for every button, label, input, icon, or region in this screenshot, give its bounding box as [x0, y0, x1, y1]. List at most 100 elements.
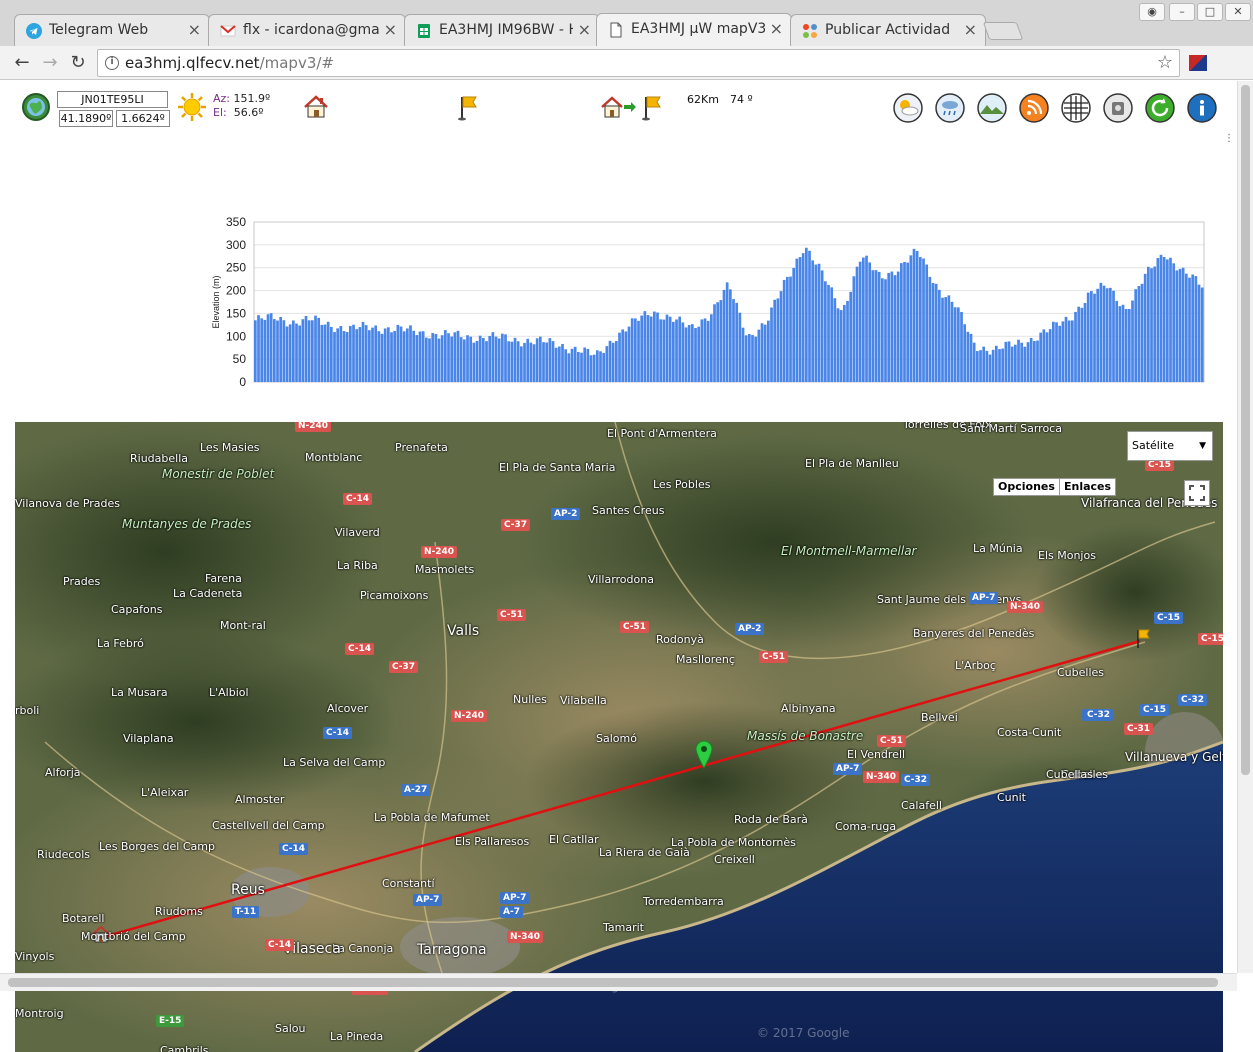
close-tab-icon[interactable]: × [384, 20, 397, 39]
elevation-bar [1109, 287, 1112, 382]
map-place-label: El Pont d'Armentera [607, 427, 717, 440]
road-shield: C-15 [1140, 704, 1170, 716]
elevation-bar [982, 346, 986, 382]
elevation-bar [466, 335, 469, 382]
latitude-field[interactable]: 41.1890º [59, 110, 113, 127]
elevation-bar [311, 320, 314, 382]
close-tab-icon[interactable]: × [188, 20, 201, 39]
map-place-label: Tamarit [603, 921, 644, 934]
map-place-label: Masllorenç [676, 653, 735, 666]
elevation-bar [276, 320, 279, 382]
new-tab-button[interactable] [982, 22, 1024, 40]
info-icon[interactable] [1187, 93, 1217, 123]
elevation-bar [1010, 346, 1014, 382]
camera-icon[interactable] [1103, 93, 1133, 123]
flag-icon[interactable] [452, 92, 482, 122]
close-tab-icon[interactable]: × [578, 20, 591, 39]
map-place-label: Reus [231, 882, 265, 898]
elevation-bar [969, 333, 973, 382]
tab-mapv3[interactable]: EA3HMJ µW mapV3 × [596, 13, 792, 47]
profile-button[interactable]: ◉ [1139, 3, 1165, 21]
elevation-bar [1115, 300, 1119, 382]
map-place-label: Roda de Barà [734, 813, 808, 826]
elevation-bar [846, 300, 849, 382]
close-window-button[interactable]: ✕ [1225, 3, 1251, 21]
tab-sheets[interactable]: EA3HMJ IM96BW - H × [404, 14, 600, 46]
grid-icon[interactable] [1061, 93, 1091, 123]
map-type-select[interactable]: Satélite ▼ [1127, 431, 1213, 461]
maximize-button[interactable]: □ [1197, 3, 1223, 21]
map-place-label: Villanueva y Geltrú [1125, 750, 1223, 764]
elevation-bar [1166, 259, 1169, 382]
elevation-bar [1039, 332, 1043, 382]
back-icon[interactable]: ← [11, 52, 33, 74]
fullscreen-icon[interactable] [1184, 480, 1210, 506]
horizontal-scrollbar[interactable] [0, 973, 1237, 991]
locator-field[interactable]: JN01TE95LI [57, 91, 168, 108]
elevation-bar [304, 315, 308, 382]
minimize-button[interactable]: – [1169, 3, 1195, 21]
elevation-bar [1020, 342, 1024, 382]
chevron-down-icon: ▼ [1199, 441, 1206, 451]
elevation-bar [801, 253, 805, 382]
target-flag-marker-icon[interactable] [1132, 628, 1152, 650]
map-place-label: Els Pallaresos [455, 835, 530, 848]
tab-gmail[interactable]: flx - icardona@gmail × [208, 14, 406, 46]
map-place-label: Masmolets [415, 563, 475, 576]
elevation-bar [862, 257, 865, 382]
close-tab-icon[interactable]: × [770, 19, 783, 38]
y-axis-label: Elevation (m) [211, 275, 221, 328]
forward-icon[interactable]: → [39, 52, 61, 74]
elevation-bar [349, 326, 352, 382]
tab-joomla[interactable]: Publicar Actividad × [790, 14, 986, 46]
map-place-label: L'Albiol [209, 686, 249, 699]
elevation-bar [741, 327, 745, 382]
map-place-label: Banyeres del Penedès [913, 627, 1035, 640]
tab-strip: ◉ – □ ✕ Telegram Web × flx - icardona@gm… [0, 0, 1253, 47]
terrain-icon[interactable] [977, 93, 1007, 123]
rain-icon[interactable] [935, 93, 965, 123]
home-icon[interactable] [301, 92, 331, 122]
y-tick-label: 350 [226, 215, 246, 229]
elevation-bar [1137, 286, 1141, 382]
close-tab-icon[interactable]: × [964, 20, 977, 39]
rss-icon[interactable] [1019, 93, 1049, 123]
map-place-label: Riudabella [130, 452, 188, 465]
bookmark-star-icon[interactable]: ☆ [1157, 52, 1173, 73]
scroll-thumb[interactable] [8, 978, 1218, 987]
address-bar[interactable]: i ea3hmj.qlfecv.net/mapv3/# ☆ [97, 49, 1180, 77]
elevation-bar [605, 346, 609, 382]
globe-icon[interactable] [21, 92, 51, 122]
links-button[interactable]: Enlaces [1059, 478, 1117, 496]
extension-icon[interactable] [1189, 55, 1207, 71]
map-place-label: La Febró [97, 637, 144, 650]
scroll-thumb[interactable] [1241, 85, 1250, 775]
elevation-bar [428, 338, 431, 382]
refresh-icon[interactable] [1145, 93, 1175, 123]
vertical-scrollbar[interactable] [1237, 81, 1253, 973]
elevation-bar [412, 330, 416, 382]
options-button[interactable]: Opciones [993, 478, 1060, 496]
elevation-bar [1036, 340, 1039, 382]
reload-icon[interactable]: ↻ [67, 52, 89, 74]
satellite-map[interactable]: Riudabella Les Masies Montblanc Prenafeta El… [15, 422, 1223, 1052]
target-flag-icon[interactable] [636, 92, 666, 122]
map-place-label: Massís de Bonastre [747, 729, 864, 743]
elevation-bar [342, 331, 346, 382]
elevation-bar [352, 324, 355, 382]
elevation-bar [839, 310, 843, 382]
map-place-label: Botarell [62, 912, 105, 925]
tab-telegram[interactable]: Telegram Web × [14, 14, 210, 46]
midpoint-marker-icon[interactable] [695, 740, 713, 768]
elevation-bar [298, 325, 302, 382]
elevation-bar [260, 318, 264, 382]
elevation-bar [849, 291, 853, 382]
weather-icon[interactable] [893, 93, 923, 123]
longitude-field[interactable]: 1.6624º [116, 110, 170, 127]
elevation-bar [1017, 339, 1020, 382]
elevation-bar [1042, 329, 1046, 382]
elevation-bar [700, 319, 704, 382]
elevation-bar [323, 324, 327, 382]
info-icon[interactable]: i [105, 56, 119, 70]
elevation-bar [789, 276, 792, 382]
